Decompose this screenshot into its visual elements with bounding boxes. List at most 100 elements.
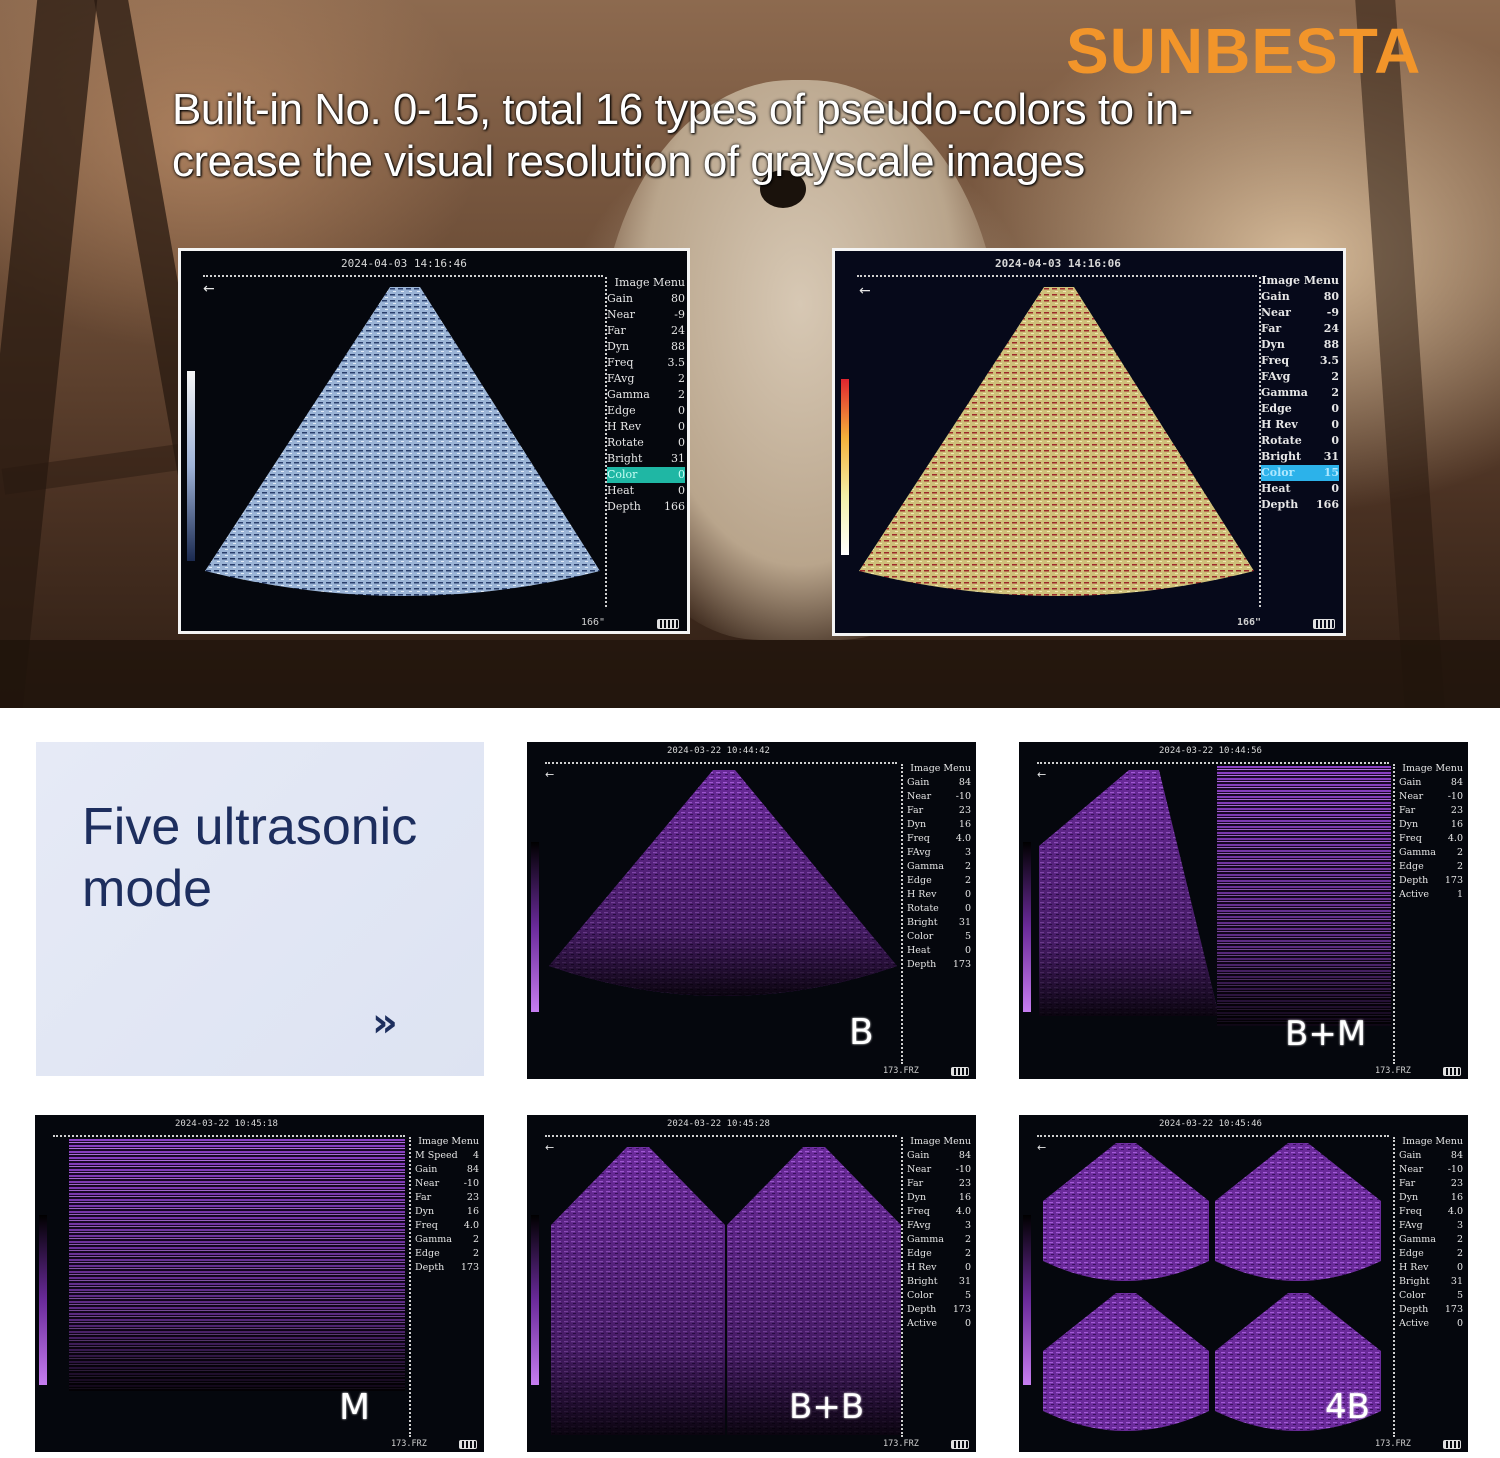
menu-item-far[interactable]: Far 23 <box>907 804 971 818</box>
menu-item-hrev[interactable]: H Rev 0 <box>907 1261 971 1275</box>
menu-item-color[interactable]: Color 5 <box>907 1289 971 1303</box>
menu-item-freq[interactable]: Freq 4.0 <box>907 1205 971 1219</box>
menu-item-bright[interactable]: Bright 31 <box>907 1275 971 1289</box>
menu-item-near[interactable]: Near -10 <box>907 1163 971 1177</box>
menu-item-heat[interactable]: Heat 0 <box>607 483 685 499</box>
menu-item-rotate[interactable]: Rotate 0 <box>607 435 685 451</box>
menu-item-gamma[interactable]: Gamma 2 <box>1261 385 1339 401</box>
menu-item-depth[interactable]: Depth 173 <box>907 1303 971 1317</box>
menu-item-dyn[interactable]: Dyn 16 <box>1399 818 1463 832</box>
menu-item-depth[interactable]: Depth 173 <box>1399 1303 1463 1317</box>
menu-item-hrev[interactable]: H Rev 0 <box>907 888 971 902</box>
menu-item-active[interactable]: Active 0 <box>907 1317 971 1331</box>
menu-item-edge[interactable]: Edge 2 <box>907 874 971 888</box>
menu-item-gamma[interactable]: Gamma 2 <box>1399 1233 1463 1247</box>
menu-item-heat[interactable]: Heat 0 <box>907 944 971 958</box>
menu-item-gain[interactable]: Gain 80 <box>1261 289 1339 305</box>
menu-item-far[interactable]: Far 24 <box>607 323 685 339</box>
menu-item-edge[interactable]: Edge 0 <box>1261 401 1339 417</box>
menu-item-edge[interactable]: Edge 2 <box>415 1247 479 1261</box>
menu-item-depth[interactable]: Depth 173 <box>1399 874 1463 888</box>
battery-icon <box>1313 619 1335 629</box>
menu-item-depth[interactable]: Depth 173 <box>907 958 971 972</box>
menu-item-gain[interactable]: Gain 84 <box>1399 1149 1463 1163</box>
menu-item-far[interactable]: Far 23 <box>907 1177 971 1191</box>
battery-icon <box>459 1440 477 1449</box>
menu-item-active[interactable]: Active 1 <box>1399 888 1463 902</box>
menu-item-gamma[interactable]: Gamma 2 <box>415 1233 479 1247</box>
hero-banner: SUNBESTA Built-in No. 0-15, total 16 typ… <box>0 0 1500 708</box>
depth-readout: 166" <box>581 617 606 628</box>
menu-item-color[interactable]: Color 5 <box>1399 1289 1463 1303</box>
menu-item-favg[interactable]: FAvg 2 <box>607 371 685 387</box>
menu-item-near[interactable]: Near -9 <box>1261 305 1339 321</box>
menu-item-gain[interactable]: Gain 80 <box>607 291 685 307</box>
menu-item-hrev[interactable]: H Rev 0 <box>1399 1261 1463 1275</box>
menu-item-edge[interactable]: Edge 0 <box>607 403 685 419</box>
image-menu: Image Menu Gain 84 Near -10 Far 23 Dyn 16 Fr… <box>1399 1135 1463 1331</box>
menu-item-freq[interactable]: Freq 4.0 <box>1399 832 1463 846</box>
depth-ruler <box>1037 1135 1389 1137</box>
menu-item-freq[interactable]: Freq 3.5 <box>1261 353 1339 369</box>
menu-item-gain[interactable]: Gain 84 <box>1399 776 1463 790</box>
menu-item-dyn[interactable]: Dyn 16 <box>907 1191 971 1205</box>
menu-item-edge[interactable]: Edge 2 <box>1399 860 1463 874</box>
menu-item-hrev[interactable]: H Rev 0 <box>607 419 685 435</box>
menu-item-near[interactable]: Near -10 <box>907 790 971 804</box>
menu-item-freq[interactable]: Freq 4.0 <box>1399 1205 1463 1219</box>
menu-item-m-speed[interactable]: M Speed 4 <box>415 1149 479 1163</box>
menu-item-near[interactable]: Near -10 <box>1399 1163 1463 1177</box>
menu-item-dyn[interactable]: Dyn 16 <box>415 1205 479 1219</box>
menu-item-depth[interactable]: Depth 166 <box>607 499 685 515</box>
menu-item-gain[interactable]: Gain 84 <box>415 1163 479 1177</box>
menu-item-dyn[interactable]: Dyn 16 <box>907 818 971 832</box>
menu-item-near[interactable]: Near -10 <box>415 1177 479 1191</box>
menu-item-depth[interactable]: Depth 166 <box>1261 497 1339 513</box>
menu-item-dyn[interactable]: Dyn 88 <box>607 339 685 355</box>
color-bar <box>1023 842 1031 1012</box>
menu-item-bright[interactable]: Bright 31 <box>1261 449 1339 465</box>
menu-item-dyn[interactable]: Dyn 16 <box>1399 1191 1463 1205</box>
menu-item-rotate[interactable]: Rotate 0 <box>1261 433 1339 449</box>
color-bar <box>1023 1215 1031 1385</box>
battery-icon <box>657 619 679 629</box>
menu-item-bright[interactable]: Bright 31 <box>1399 1275 1463 1289</box>
menu-item-near[interactable]: Near -10 <box>1399 790 1463 804</box>
menu-item-dyn[interactable]: Dyn 88 <box>1261 337 1339 353</box>
menu-item-favg[interactable]: FAvg 2 <box>1261 369 1339 385</box>
menu-item-far[interactable]: Far 23 <box>1399 804 1463 818</box>
menu-item-gamma[interactable]: Gamma 2 <box>607 387 685 403</box>
menu-item-color[interactable]: Color 5 <box>907 930 971 944</box>
menu-item-active[interactable]: Active 0 <box>1399 1317 1463 1331</box>
battery-icon <box>951 1067 969 1076</box>
menu-item-far[interactable]: Far 24 <box>1261 321 1339 337</box>
menu-item-favg[interactable]: FAvg 3 <box>1399 1219 1463 1233</box>
menu-item-favg[interactable]: FAvg 3 <box>907 846 971 860</box>
menu-item-favg[interactable]: FAvg 3 <box>907 1219 971 1233</box>
menu-item-rotate[interactable]: Rotate 0 <box>907 902 971 916</box>
menu-item-freq[interactable]: Freq 4.0 <box>415 1219 479 1233</box>
menu-item-freq[interactable]: Freq 3.5 <box>607 355 685 371</box>
menu-item-color-selected[interactable]: Color 15 <box>1261 465 1339 481</box>
menu-item-gain[interactable]: Gain 84 <box>907 1149 971 1163</box>
menu-item-bright[interactable]: Bright 31 <box>607 451 685 467</box>
menu-item-far[interactable]: Far 23 <box>415 1191 479 1205</box>
menu-item-hrev[interactable]: H Rev 0 <box>1261 417 1339 433</box>
menu-item-color-selected[interactable]: Color 0 <box>607 467 685 483</box>
menu-item-gamma[interactable]: Gamma 2 <box>907 1233 971 1247</box>
menu-item-edge[interactable]: Edge 2 <box>1399 1247 1463 1261</box>
mode-label: B+B <box>789 1387 865 1427</box>
sector-image-left <box>551 1147 725 1435</box>
menu-item-freq[interactable]: Freq 4.0 <box>907 832 971 846</box>
menu-item-bright[interactable]: Bright 31 <box>907 916 971 930</box>
sector-image <box>859 287 1254 596</box>
menu-item-heat[interactable]: Heat 0 <box>1261 481 1339 497</box>
menu-item-depth[interactable]: Depth 173 <box>415 1261 479 1275</box>
menu-item-gain[interactable]: Gain 84 <box>907 776 971 790</box>
menu-item-gamma[interactable]: Gamma 2 <box>907 860 971 874</box>
menu-item-edge[interactable]: Edge 2 <box>907 1247 971 1261</box>
menu-item-gamma[interactable]: Gamma 2 <box>1399 846 1463 860</box>
menu-item-near[interactable]: Near -9 <box>607 307 685 323</box>
menu-item-far[interactable]: Far 23 <box>1399 1177 1463 1191</box>
mode-screen-b-plus-b: 2024-03-22 10:45:28 ← Image Menu Gain 84 … <box>527 1115 976 1452</box>
